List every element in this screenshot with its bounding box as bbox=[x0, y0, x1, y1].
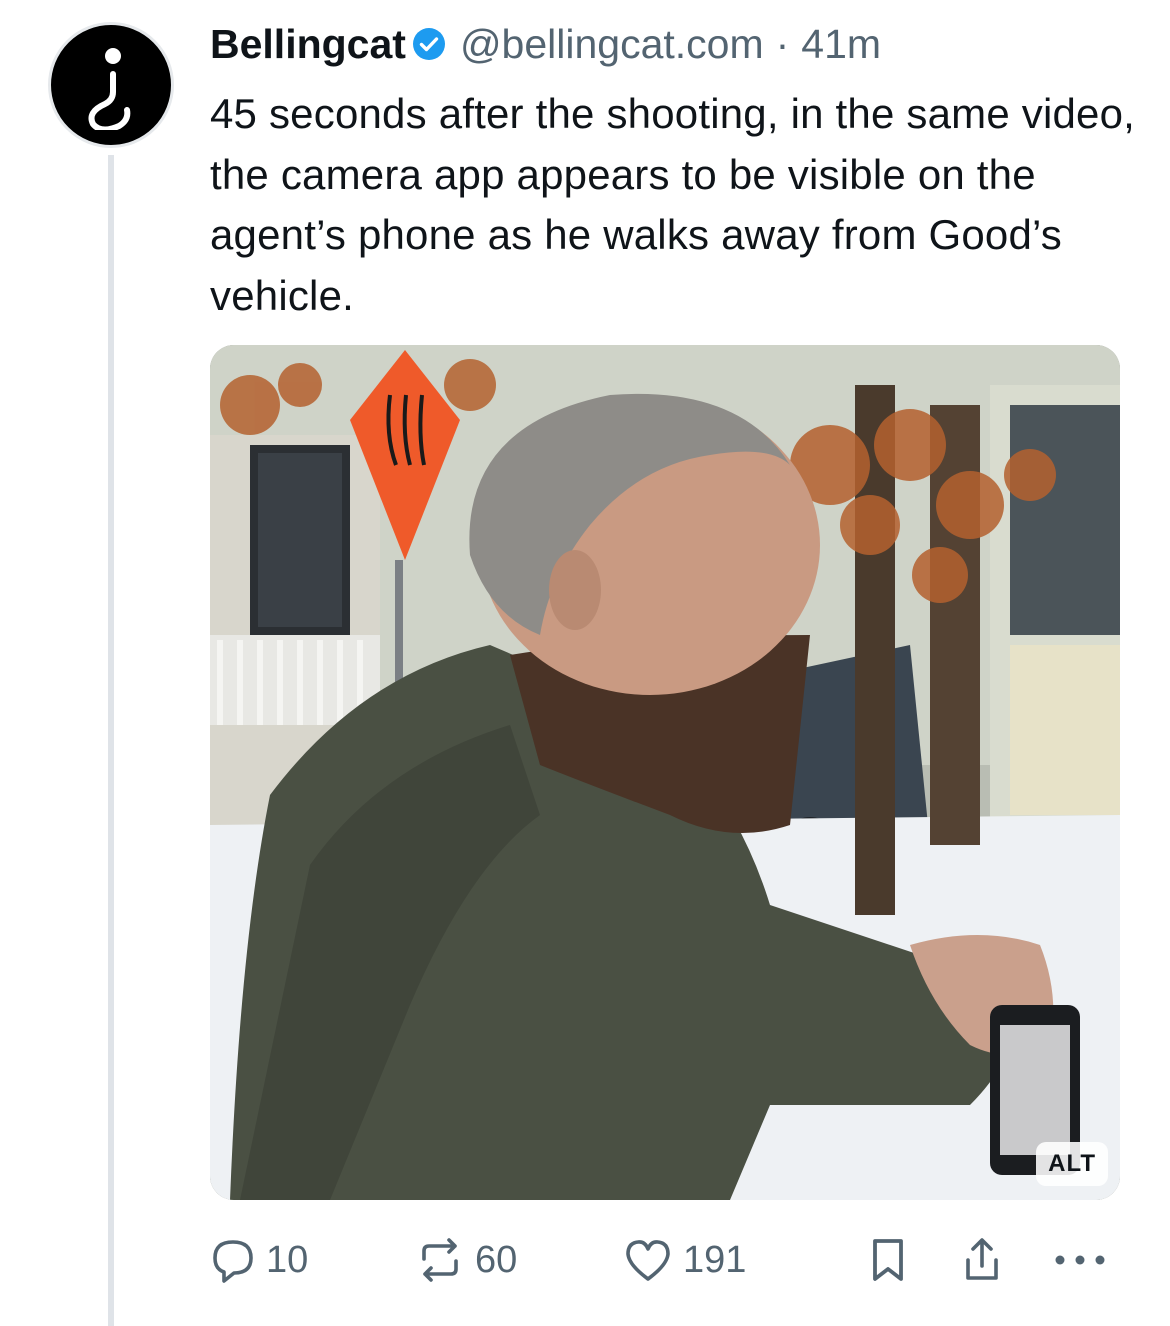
repost-icon bbox=[422, 1238, 458, 1282]
reply-count: 10 bbox=[266, 1238, 309, 1281]
repost-count: 60 bbox=[475, 1238, 518, 1281]
alt-badge[interactable]: ALT bbox=[1036, 1142, 1108, 1186]
like-count: 191 bbox=[683, 1238, 747, 1281]
bookmark-icon bbox=[873, 1239, 903, 1281]
post-text: 45 seconds after the shooting, in the sa… bbox=[210, 90, 1136, 319]
share-button[interactable] bbox=[960, 1232, 1004, 1288]
post-header: Bellingcat @bellingcat.com · 41m bbox=[210, 18, 881, 70]
bookmark-button[interactable] bbox=[868, 1232, 908, 1288]
post: Bellingcat @bellingcat.com · 41m 45 seco… bbox=[0, 0, 1170, 1326]
post-image[interactable]: ALT bbox=[210, 345, 1120, 1200]
author-handle[interactable]: @bellingcat.com bbox=[460, 18, 764, 70]
verified-badge-icon bbox=[412, 27, 446, 61]
like-button[interactable]: 191 bbox=[623, 1232, 746, 1288]
photo-illustration bbox=[210, 345, 1120, 1200]
post-time[interactable]: 41m bbox=[801, 18, 881, 70]
thread-line bbox=[108, 155, 114, 1326]
reply-icon bbox=[213, 1240, 253, 1283]
more-dots-icon bbox=[1055, 1255, 1105, 1265]
heart-icon bbox=[626, 1240, 670, 1281]
share-icon bbox=[966, 1238, 998, 1280]
display-name[interactable]: Bellingcat bbox=[210, 18, 406, 70]
action-bar: 10 60 191 bbox=[210, 1232, 1120, 1288]
inverted-question-mark-icon bbox=[88, 48, 131, 130]
reply-button[interactable]: 10 bbox=[210, 1232, 308, 1288]
header-separator: · bbox=[775, 21, 790, 67]
repost-button[interactable]: 60 bbox=[415, 1232, 517, 1288]
more-options-button[interactable] bbox=[1052, 1232, 1108, 1288]
avatar[interactable] bbox=[48, 22, 174, 148]
